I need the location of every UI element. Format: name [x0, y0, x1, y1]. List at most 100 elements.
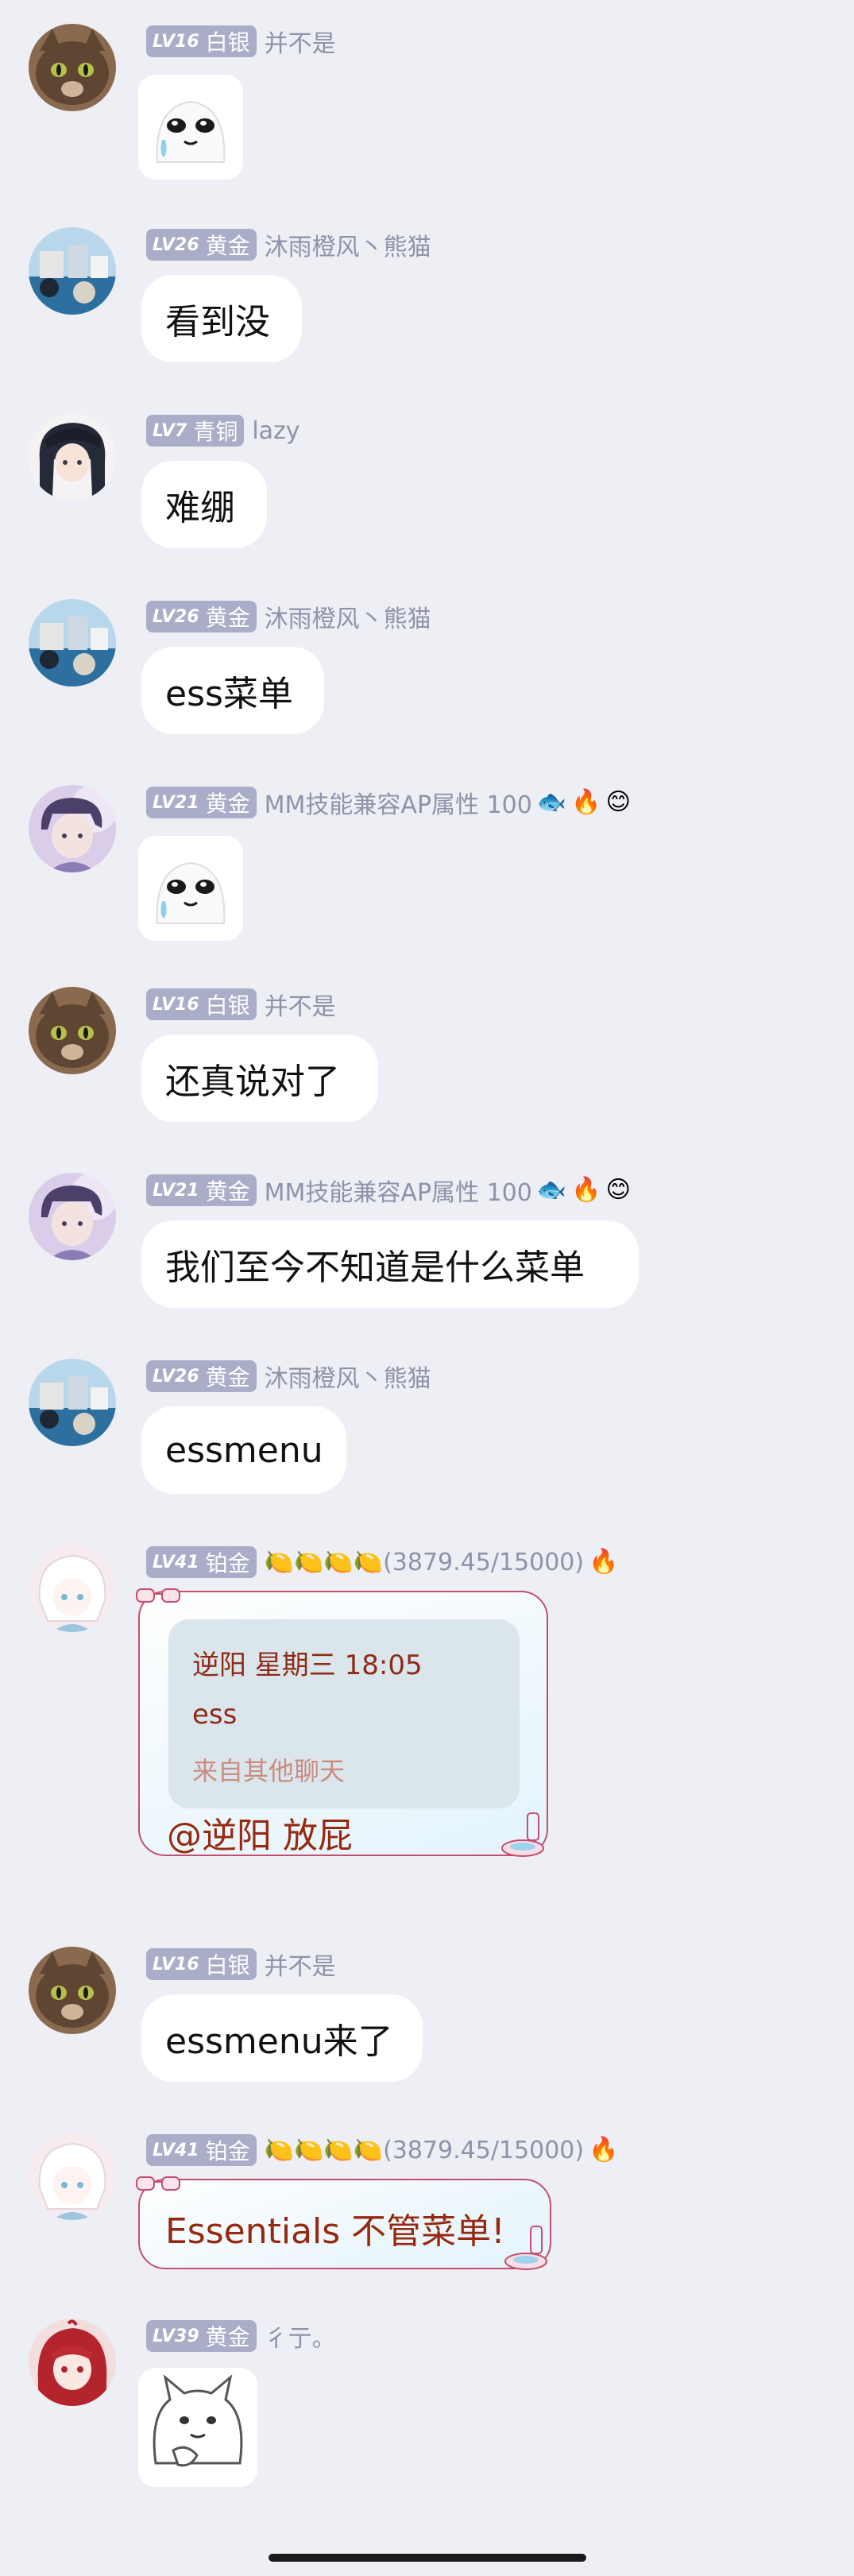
level-label: LV21 [153, 792, 199, 813]
avatar[interactable] [29, 599, 116, 687]
sender-name[interactable]: MM技能兼容AP属性 100 [265, 785, 532, 820]
chat-message: LV26 黄金 沐雨橙风丶熊猫 看到没 [0, 224, 854, 383]
message-bubble[interactable]: essmenu [141, 1406, 346, 1494]
level-label: LV41 [153, 1552, 199, 1572]
crying-face-sticker-icon [138, 836, 243, 941]
sticker-image[interactable] [138, 75, 243, 180]
level-label: LV26 [153, 234, 199, 255]
quote-source: 来自其他聊天 [192, 1756, 346, 1786]
sender-name[interactable]: 🍋🍋🍋🍋(3879.45/15000) [265, 1549, 584, 1576]
fire-icon: 🔥 [571, 1176, 601, 1204]
sender-name[interactable]: MM技能兼容AP属性 100 [265, 1173, 532, 1208]
chat-message: LV16 白银 并不是 essmenu来了 [0, 1944, 854, 2102]
sender-meta: LV16 白银 并不是 [146, 987, 336, 1022]
chat-message: LV21 黄金 MM技能兼容AP属性 100 🐟 🔥 😊 [0, 782, 854, 949]
rank-tag: LV16 白银 [146, 1948, 257, 1980]
message-bubble[interactable]: 难绷 [141, 461, 267, 548]
chat-message: LV41 铂金 🍋🍋🍋🍋(3879.45/15000) 🔥 逆阳 星期三 18:0… [0, 1541, 854, 1915]
avatar[interactable] [29, 24, 116, 111]
rocket-fish-badge: 🐟 [536, 788, 567, 816]
sticker-image[interactable] [138, 836, 243, 941]
quoted-message[interactable]: 逆阳 星期三 18:05 ess 来自其他聊天 [168, 1619, 520, 1808]
level-label: LV16 [153, 31, 199, 52]
sender-meta: LV16 白银 并不是 [146, 1947, 336, 1982]
chat-message: LV16 白银 并不是 还真说对了 [0, 984, 854, 1143]
level-label: LV21 [153, 1180, 199, 1201]
avatar[interactable] [29, 1173, 116, 1260]
chat-message: LV26 黄金 沐雨橙风丶熊猫 essmenu [0, 1356, 854, 1514]
avatar[interactable] [29, 2319, 116, 2406]
harbor-avatar-icon [29, 227, 116, 315]
rocket-fish-badge: 🐟 [536, 1176, 567, 1204]
avatar[interactable] [29, 1359, 116, 1446]
sender-meta: LV26 黄金 沐雨橙风丶熊猫 [146, 599, 431, 634]
rank-tag: LV41 铂金 [146, 2134, 257, 2166]
level-label: LV41 [153, 2140, 199, 2160]
chat-message: LV7 青铜 lazy 难绷 [0, 410, 854, 569]
level-label: LV39 [153, 2326, 199, 2346]
level-label: LV26 [153, 1366, 199, 1387]
message-bubble[interactable]: 看到没 [141, 275, 302, 362]
message-bubble[interactable]: essmenu来了 [141, 1994, 423, 2082]
smile-badge-icon: 😊 [605, 1176, 631, 1204]
home-indicator[interactable] [269, 2554, 586, 2562]
chat-message: LV21 黄金 MM技能兼容AP属性 100 🐟 🔥 😊 我们至今不知道是什么菜单 [0, 1170, 854, 1329]
fancy-bubble[interactable]: Essentials 不管菜单! [136, 2176, 551, 2270]
chat-message: LV39 黄金 彳亍。 [0, 2315, 854, 2506]
sender-name[interactable]: 彳亍。 [265, 2319, 336, 2354]
sender-meta: LV21 黄金 MM技能兼容AP属性 100 🐟 🔥 😊 [146, 1173, 631, 1208]
glasses-decoration-icon [136, 2176, 180, 2191]
sender-meta: LV26 黄金 沐雨橙风丶熊猫 [146, 227, 431, 262]
rank-label: 青铜 [193, 419, 238, 445]
cat-avatar-icon [29, 987, 116, 1074]
fancy-bubble[interactable]: 逆阳 星期三 18:05 ess 来自其他聊天 @逆阳 放屁 [136, 1588, 548, 1857]
sender-name[interactable]: 🍋🍋🍋🍋(3879.45/15000) [265, 2137, 584, 2164]
rank-label: 铂金 [205, 2138, 250, 2164]
message-bubble[interactable]: 我们至今不知道是什么菜单 [141, 1220, 639, 1308]
sender-name[interactable]: lazy [252, 417, 299, 445]
avatar[interactable] [29, 227, 116, 315]
sender-meta: LV39 黄金 彳亍。 [146, 2319, 336, 2354]
sender-meta: LV21 黄金 MM技能兼容AP属性 100 🐟 🔥 😊 [146, 785, 631, 820]
harbor-avatar-icon [29, 599, 116, 687]
rank-tag: LV21 黄金 [146, 1174, 257, 1206]
avatar[interactable] [29, 987, 116, 1074]
avatar[interactable] [29, 1545, 116, 1632]
sender-name[interactable]: 并不是 [265, 1947, 336, 1982]
sender-meta: LV26 黄金 沐雨橙风丶熊猫 [146, 1359, 431, 1394]
chat-message: LV16 白银 并不是 [0, 24, 854, 191]
sender-name[interactable]: 沐雨橙风丶熊猫 [265, 227, 431, 262]
rank-label: 黄金 [205, 233, 250, 259]
message-bubble[interactable]: 还真说对了 [141, 1035, 378, 1122]
cat-avatar-icon [29, 24, 116, 111]
avatar[interactable] [29, 1947, 116, 2034]
sender-name[interactable]: 沐雨橙风丶熊猫 [265, 599, 431, 634]
fire-icon: 🔥 [589, 1548, 619, 1576]
anime-boy-avatar-icon [29, 1173, 116, 1260]
sender-name[interactable]: 并不是 [265, 987, 336, 1022]
sender-meta: LV41 铂金 🍋🍋🍋🍋(3879.45/15000) 🔥 [146, 1545, 618, 1580]
fire-icon: 🔥 [589, 2136, 619, 2164]
white-hair-avatar-icon [29, 2133, 116, 2220]
cat-avatar-icon [29, 1947, 116, 2034]
rank-tag: LV16 白银 [146, 988, 257, 1020]
bottle-decoration-icon [501, 1812, 544, 1857]
sender-name[interactable]: 沐雨橙风丶熊猫 [265, 1359, 431, 1394]
level-label: LV26 [153, 606, 199, 627]
rank-label: 白银 [205, 992, 250, 1019]
message-text: @逆阳 放屁 [167, 1816, 353, 1856]
red-hair-avatar-icon [29, 2319, 116, 2406]
rank-label: 铂金 [205, 1550, 250, 1576]
rank-tag: LV7 青铜 [146, 415, 245, 447]
avatar[interactable] [29, 413, 116, 501]
avatar[interactable] [29, 785, 116, 872]
sticker-image[interactable] [138, 2368, 257, 2487]
avatar[interactable] [29, 2133, 116, 2220]
rank-label: 白银 [205, 1952, 250, 1978]
rank-tag: LV16 白银 [146, 25, 257, 57]
fire-icon: 🔥 [571, 788, 601, 816]
level-label: LV16 [153, 994, 199, 1015]
sender-name[interactable]: 并不是 [265, 24, 336, 59]
glasses-decoration-icon [136, 1588, 180, 1603]
message-bubble[interactable]: ess菜单 [141, 647, 324, 734]
